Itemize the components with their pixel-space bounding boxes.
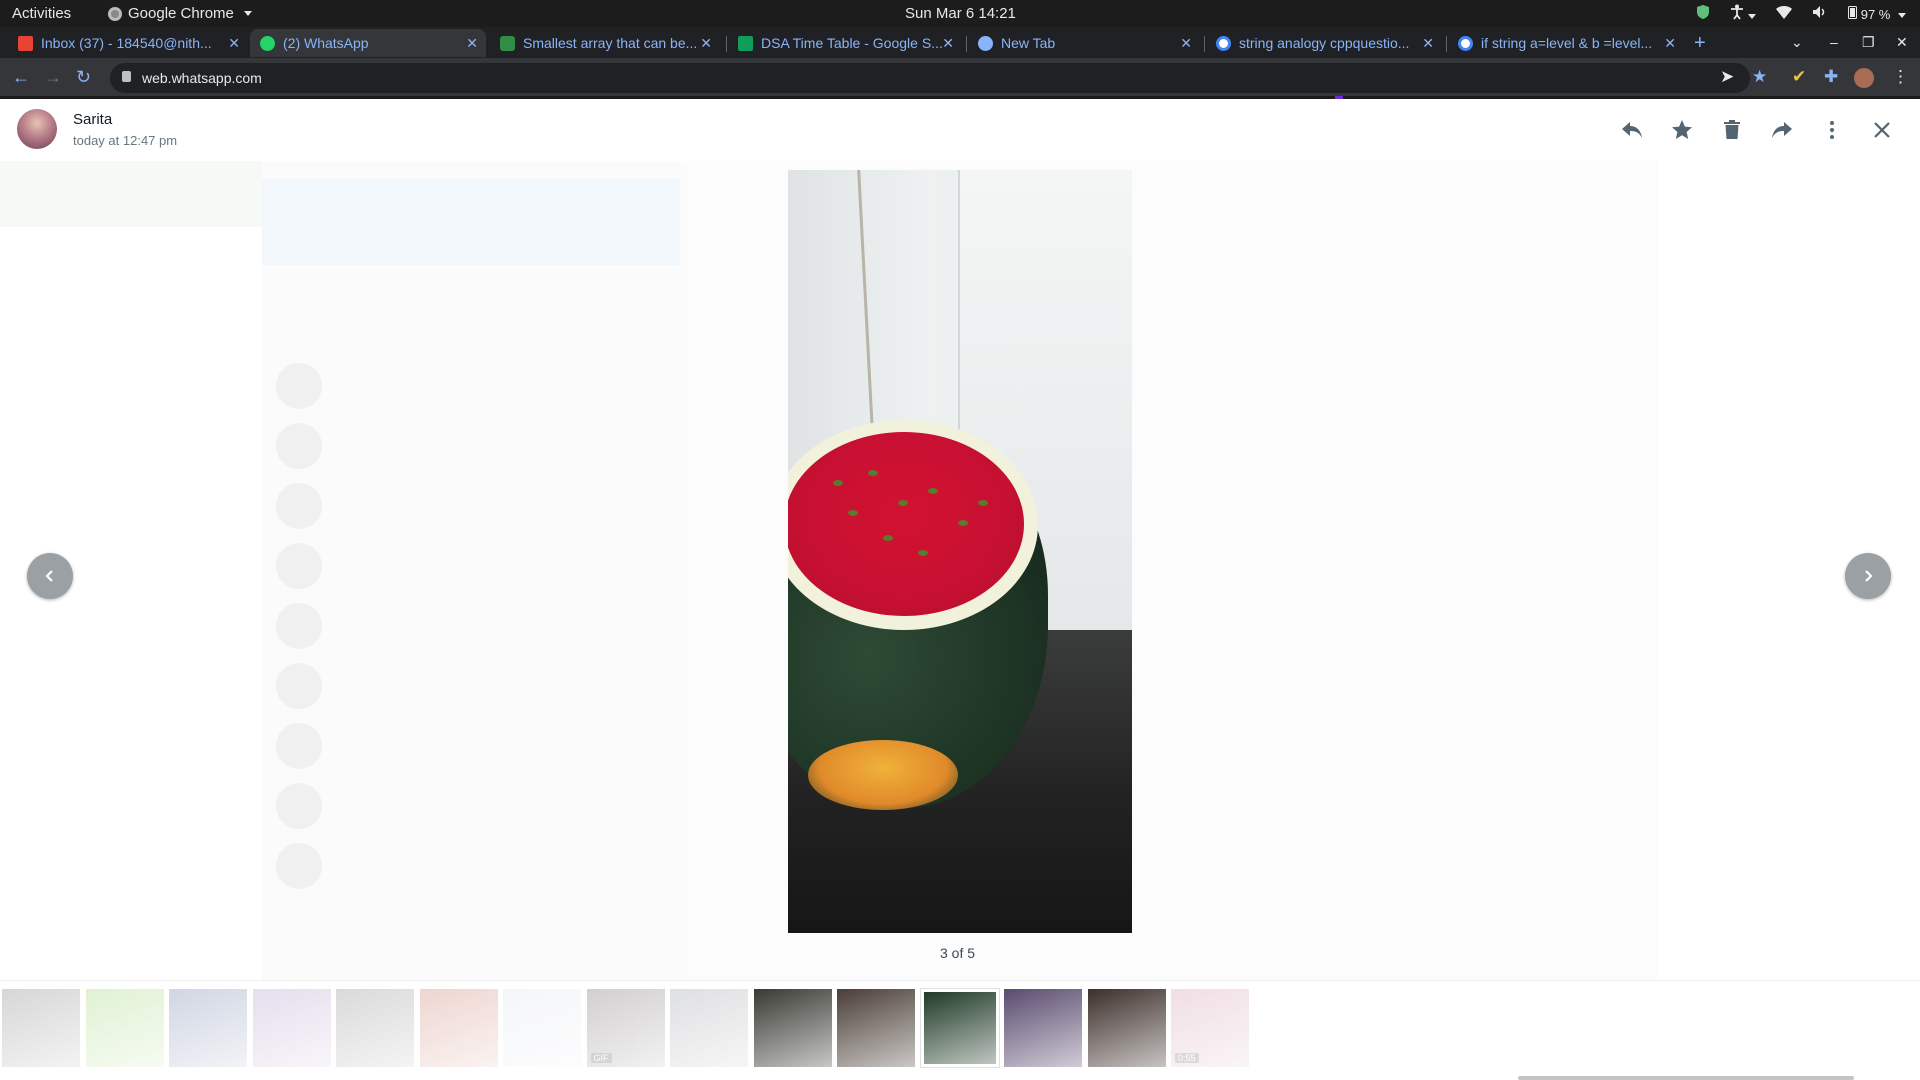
tab-search-icon[interactable]: ⌄ (1791, 34, 1803, 51)
tab-google-search-2[interactable]: if string a=level & b =level... ✕ (1448, 29, 1684, 57)
tab-sheets[interactable]: DSA Time Table - Google S... ✕ (728, 29, 962, 57)
next-media-button[interactable] (1845, 553, 1891, 599)
battery-icon (1848, 6, 1858, 19)
close-tab-icon[interactable]: ✕ (942, 35, 954, 52)
gif-badge: GIF (590, 1053, 612, 1063)
google-icon (1458, 35, 1473, 51)
send-icon[interactable]: ➤ (1720, 67, 1734, 87)
wifi-icon[interactable] (1776, 5, 1793, 22)
close-tab-icon[interactable]: ✕ (1180, 35, 1192, 52)
close-tab-icon[interactable]: ✕ (466, 35, 478, 52)
thumbnail-photo[interactable] (252, 989, 331, 1067)
chrome-icon (108, 6, 122, 21)
tab-strip: Inbox (37) - 184540@nith... ✕ (2) WhatsA… (0, 27, 1920, 58)
restore-icon[interactable]: ❐ (1862, 34, 1875, 51)
thumbnail-video[interactable]: 0:55 (1171, 989, 1249, 1067)
system-top-bar: Activities Google Chrome Sun Mar 6 14:21… (0, 0, 1920, 27)
tab-title: (2) WhatsApp (283, 35, 369, 51)
thumbnail-photo[interactable] (2, 989, 80, 1067)
extension-todo-icon[interactable]: ✔ (1792, 67, 1806, 87)
tab-gmail[interactable]: Inbox (37) - 184540@nith... ✕ (8, 29, 248, 57)
whatsapp-icon (260, 35, 275, 51)
tab-title: New Tab (1001, 35, 1056, 51)
battery-status[interactable]: 97 % (1848, 5, 1906, 22)
new-tab-button[interactable]: + (1694, 32, 1706, 55)
chevron-left-icon (45, 570, 53, 582)
chrome-menu-icon[interactable]: ⋮ (1892, 67, 1909, 87)
close-tab-icon[interactable]: ✕ (1664, 35, 1676, 52)
tab-title: Smallest array that can be... (523, 35, 698, 51)
forward-icon[interactable]: → (44, 67, 62, 88)
delete-icon[interactable] (1718, 116, 1746, 144)
system-tray[interactable]: 97 % (1696, 4, 1906, 23)
more-icon[interactable] (1818, 116, 1846, 144)
system-menu-arrow-icon (1898, 13, 1906, 19)
close-tab-icon[interactable]: ✕ (1422, 35, 1434, 52)
accessibility-icon[interactable] (1730, 4, 1757, 23)
lock-icon[interactable] (122, 71, 131, 82)
browser-toolbar: ← → ↻ web.whatsapp.com ➤ ★ ✔ ✚ ⋮ (0, 58, 1920, 98)
google-icon (1216, 35, 1231, 51)
bookmark-star-icon[interactable]: ★ (1752, 67, 1767, 87)
media-viewer-header: Sarita today at 12:47 pm (0, 99, 1920, 161)
extensions-icon[interactable]: ✚ (1824, 67, 1838, 87)
gfg-icon (500, 35, 515, 51)
gmail-icon (18, 35, 33, 51)
tab-whatsapp[interactable]: (2) WhatsApp ✕ (250, 29, 486, 57)
tab-new-tab[interactable]: New Tab ✕ (968, 29, 1200, 57)
tab-title: DSA Time Table - Google S... (761, 35, 943, 51)
tab-title: string analogy cppquestio... (1239, 35, 1410, 51)
thumbnail-photo[interactable] (670, 989, 748, 1067)
reply-icon[interactable] (1618, 116, 1646, 144)
horizontal-scrollbar[interactable] (1518, 1076, 1854, 1080)
thumbnail-strip: GIF 0:55 (0, 980, 1920, 1080)
thumbnail-photo[interactable] (753, 989, 832, 1067)
battery-percent: 97 % (1860, 7, 1891, 22)
dropdown-arrow-icon (243, 11, 252, 16)
video-duration-badge: 0:55 (1175, 1053, 1199, 1063)
star-icon[interactable] (1668, 116, 1696, 144)
tab-google-search-1[interactable]: string analogy cppquestio... ✕ (1206, 29, 1442, 57)
thumbnail-photo[interactable] (336, 989, 414, 1067)
chevron-right-icon (1865, 570, 1873, 582)
contact-name[interactable]: Sarita (73, 111, 112, 128)
thumbnail-photo[interactable] (1087, 989, 1166, 1067)
tab-title: Inbox (37) - 184540@nith... (41, 35, 212, 51)
close-tab-icon[interactable]: ✕ (700, 35, 712, 52)
profile-avatar[interactable] (1854, 68, 1874, 88)
contact-avatar[interactable] (17, 109, 57, 149)
address-bar[interactable]: web.whatsapp.com (110, 63, 1750, 93)
close-icon[interactable] (1868, 116, 1896, 144)
thumbnail-photo[interactable] (837, 989, 915, 1067)
forward-icon[interactable] (1768, 116, 1796, 144)
activities-button[interactable]: Activities (12, 5, 71, 22)
url-text[interactable]: web.whatsapp.com (142, 70, 262, 86)
thumbnail-photo[interactable] (1004, 989, 1082, 1067)
media-counter: 3 of 5 (940, 945, 976, 961)
thumbnail-photo-selected[interactable] (920, 989, 999, 1067)
thumbnail-doc[interactable] (503, 989, 581, 1067)
previous-media-button[interactable] (27, 553, 73, 599)
media-image[interactable] (788, 170, 1132, 933)
minimize-icon[interactable]: – (1830, 34, 1838, 50)
chrome-icon (978, 35, 993, 51)
thumbnail-photo[interactable] (419, 989, 498, 1067)
thumbnail-gif[interactable]: GIF (586, 989, 665, 1067)
app-name: Google Chrome (128, 5, 234, 22)
close-tab-icon[interactable]: ✕ (228, 35, 240, 52)
thumbnail-photo[interactable] (169, 989, 247, 1067)
thumbnail-photo[interactable] (85, 989, 164, 1067)
shield-icon[interactable] (1696, 4, 1710, 23)
clock[interactable]: Sun Mar 6 14:21 (905, 5, 1016, 22)
sheets-icon (738, 35, 753, 51)
tab-gfg[interactable]: Smallest array that can be... ✕ (490, 29, 720, 57)
tab-title: if string a=level & b =level... (1481, 35, 1653, 51)
app-menu[interactable]: Google Chrome (108, 5, 252, 22)
close-window-icon[interactable]: ✕ (1896, 34, 1908, 51)
message-timestamp: today at 12:47 pm (73, 133, 178, 148)
back-icon[interactable]: ← (12, 67, 30, 88)
volume-icon[interactable] (1812, 5, 1828, 22)
reload-icon[interactable]: ↻ (76, 67, 91, 88)
